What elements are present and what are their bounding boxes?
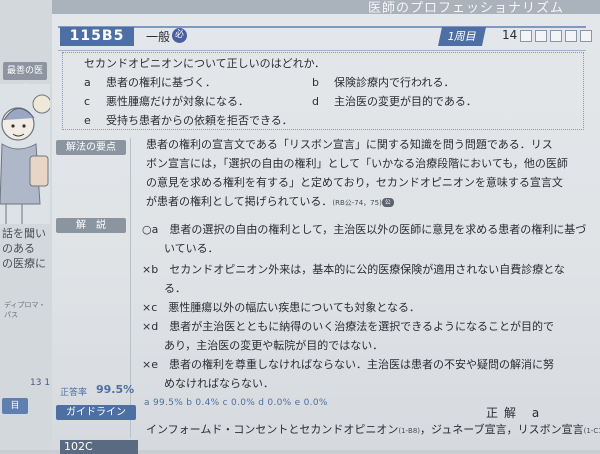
round-tag: 1周目 (437, 27, 487, 46)
key-points-line: ボン宣言には，「選択の自由の権利」として「いかなる治療段階においても，他の医師 (146, 157, 568, 170)
guideline-item: ，ジュネーブ宣言，リスボン宣言 (420, 423, 584, 436)
explanation-line: めなければならない． (164, 377, 274, 390)
sidebar-text: 話を聞い のある の医療に (2, 226, 48, 271)
option-text: 受持ち患者からの依頼を拒否できる． (106, 114, 293, 127)
question-id: 115B5 (60, 27, 134, 46)
review-checkbox[interactable] (520, 30, 532, 42)
review-checkbox[interactable] (565, 30, 577, 42)
review-checkbox[interactable] (550, 30, 562, 42)
guideline-ref: (1-B8) (398, 427, 421, 435)
sidebar-page-ref: 13 1 (30, 378, 51, 388)
option-text: 保険診療内で行われる． (334, 76, 455, 89)
option-c: c 悪性腫瘍だけが対象になる． (84, 93, 249, 109)
guideline-label: ガイドライン (56, 405, 136, 420)
reference: (RB公-74，75) (332, 199, 382, 207)
explanation-line: いている． (164, 242, 219, 255)
explanation-line: る． (164, 282, 186, 295)
review-checkbox[interactable] (535, 30, 547, 42)
key-points-line: の意見を求める権利を有する」と定めており，セカンドオピニオンを意味する宣言文 (146, 176, 563, 189)
key-points-line: が患者の権利として掲げられている．(RB公-74，75) 公 (146, 192, 586, 213)
option-key: d (312, 95, 319, 108)
guideline-text: インフォームド・コンセントとセカンドオピニオン(1-B8)，ジュネーブ宣言，リス… (146, 421, 600, 437)
guideline-ref: (1-C1) (583, 427, 600, 435)
sidebar-small-text: ディプロマ・パス (4, 301, 46, 319)
explanation-b: ×b セカンドオピニオン外来は，基本的に公的医療保険が適用されない自費診療とな … (142, 260, 582, 298)
option-text: 主治医の変更が目的である． (334, 95, 477, 108)
explanation-a: ○a 患者の選択の自由の権利として，主治医以外の医師に意見を求める患者の権利に基… (142, 220, 586, 258)
reference-icon: 公 (381, 197, 394, 207)
explanation-mark: ×c (142, 301, 158, 314)
review-checkboxes (520, 30, 592, 42)
explanation-mark: ×b (142, 263, 159, 276)
explanation-mark: ○a (142, 223, 159, 236)
guideline-item: インフォームド・コンセントとセカンドオピニオン (146, 423, 399, 436)
chapter-header: 医師のプロフェッショナリズム (52, 0, 600, 16)
required-icon: 必 (172, 28, 187, 43)
page-number: 14 (502, 28, 518, 42)
sidebar-badge: 目 (2, 398, 28, 414)
explanation-e: ×e 患者の権利を尊重しなければならない．主治医は患者の不安や疑問の解消に努 め… (142, 355, 582, 393)
option-d: d 主治医の変更が目的である． (312, 93, 477, 109)
key-points-line: 患者の権利の宣言文である「リスボン宣言」に関する知識を問う問題である．リス (146, 138, 553, 151)
option-key: e (84, 114, 91, 127)
key-points-text: 患者の権利の宣言文である「リスボン宣言」に関する知識を問う問題である．リス ボン… (146, 135, 586, 213)
correct-rate: 99.5% (96, 383, 135, 396)
option-key: c (84, 95, 91, 108)
explanation-label: 解 説 (56, 218, 126, 233)
explanation-d: ×d 患者が主治医とともに納得のいく治療法を選択できるようになることが目的で あ… (142, 317, 582, 355)
option-text: 悪性腫瘍だけが対象になる． (106, 95, 249, 108)
key-points-label: 解法の要点 (56, 140, 126, 155)
explanation-mark: ×e (142, 358, 158, 371)
key-points-line-text: が患者の権利として掲げられている． (146, 195, 333, 208)
explanation-line: 患者が主治医とともに納得のいく治療法を選択できるようになることが目的で (169, 320, 554, 333)
option-b: b 保険診療内で行われる． (312, 74, 454, 90)
review-checkbox[interactable] (580, 30, 592, 42)
answer: 正解 a (486, 404, 545, 421)
option-e: e 受持ち患者からの依頼を拒否できる． (84, 112, 293, 128)
sidebar-line: の医療に (2, 257, 46, 270)
option-a: a 患者の権利に基づく． (84, 74, 216, 90)
option-text: 患者の権利に基づく． (106, 76, 216, 89)
next-question-header: 102C (60, 440, 138, 454)
answer-label: 正解 (486, 406, 523, 420)
explanation-line: 悪性腫瘍以外の幅広い疾患についても対象となる． (168, 301, 421, 314)
option-key: b (312, 76, 319, 89)
choice-rates: a 99.5% b 0.4% c 0.0% d 0.0% e 0.0% (144, 398, 328, 408)
question-type: 一般 (146, 30, 171, 44)
chapter-title: 医師のプロフェッショナリズム (367, 1, 564, 16)
explanation-line: 患者の権利を尊重しなければならない．主治医は患者の不安や疑問の解消に努 (168, 358, 554, 371)
explanation-line: セカンドオピニオン外来は，基本的に公的医療保険が適用されない自費診療とな (169, 263, 565, 276)
option-key: a (84, 76, 91, 89)
sidebar-line: 話を聞い (2, 227, 46, 240)
correct-rate-label: 正答率 (60, 388, 88, 398)
explanation-line: 患者の選択の自由の権利として，主治医以外の医師に意見を求める患者の権利に基づ (169, 223, 587, 236)
cartoon-illustration (0, 84, 50, 224)
question-stem: セカンドオピニオンについて正しいのはどれか． (84, 57, 326, 70)
page: 最善の医療 話を聞い のある の医療に ディプロマ・パス 13 1 目 (0, 0, 600, 454)
answer-value: a (531, 406, 546, 420)
explanation-line: あり，主治医の変更や転院が目的ではない． (164, 339, 384, 352)
sidebar-title: 最善の医療 (3, 62, 47, 94)
sidebar: 最善の医療 話を聞い のある の医療に ディプロマ・パス 13 1 目 (0, 0, 52, 450)
explanation-mark: ×d (142, 320, 159, 333)
explanation-c: ×c 悪性腫瘍以外の幅広い疾患についても対象となる． (142, 298, 582, 317)
sidebar-line: のある (2, 242, 35, 255)
